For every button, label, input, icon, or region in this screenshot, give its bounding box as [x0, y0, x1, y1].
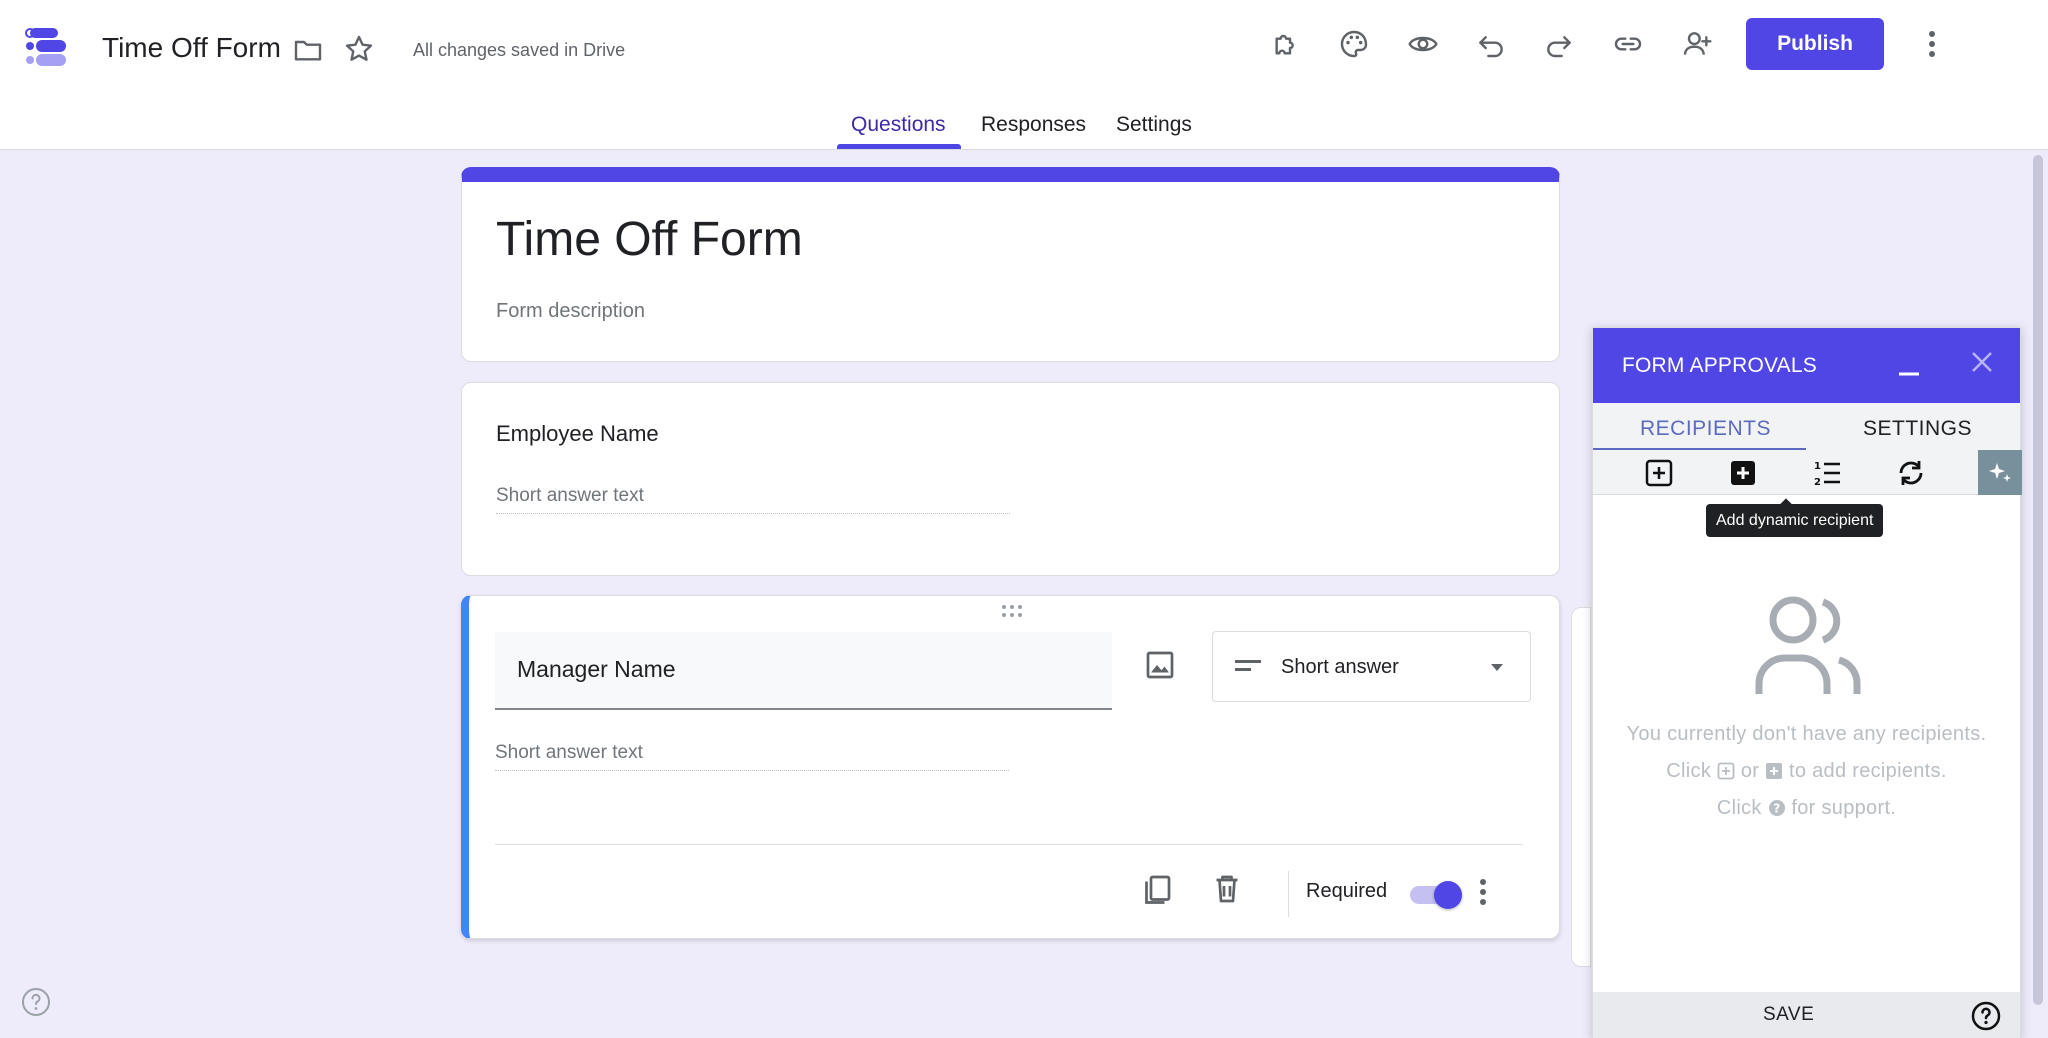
tab-settings[interactable]: Settings — [1116, 113, 1192, 137]
empty-line3-click: Click — [1716, 797, 1762, 819]
document-title[interactable]: Time Off Form — [102, 32, 281, 64]
empty-state-line1: You currently don't have any recipients. — [1626, 723, 1987, 745]
delete-icon[interactable] — [1209, 871, 1245, 907]
short-answer-icon — [1235, 660, 1261, 671]
dropdown-caret-icon — [1491, 664, 1503, 671]
numbered-list-icon[interactable]: 12 — [1811, 457, 1843, 489]
question-title-input[interactable]: Manager Name — [495, 632, 1112, 710]
preview-button[interactable] — [1403, 24, 1443, 64]
svg-text:?: ? — [1773, 802, 1780, 816]
forms-logo-icon[interactable] — [24, 24, 72, 72]
help-icon[interactable] — [20, 986, 52, 1018]
question-type-select[interactable]: Short answer — [1212, 631, 1531, 702]
more-options-button[interactable] — [1912, 24, 1952, 64]
question-card-employee-name[interactable]: Employee Name Short answer text — [461, 382, 1560, 576]
add-image-icon[interactable] — [1142, 647, 1178, 683]
add-collaborators-button[interactable] — [1677, 24, 1717, 64]
close-icon[interactable] — [1966, 346, 1998, 378]
add-person-icon — [1683, 32, 1712, 55]
help-icon[interactable] — [1970, 1000, 2002, 1032]
more-vert-icon — [1929, 31, 1935, 57]
star-icon[interactable] — [343, 33, 375, 65]
customize-theme-button[interactable] — [1334, 24, 1374, 64]
drag-handle-icon[interactable] — [1000, 604, 1024, 618]
question-type-label: Short answer — [1281, 656, 1399, 678]
addons-button[interactable] — [1266, 24, 1306, 64]
form-description-field[interactable]: Form description — [496, 300, 645, 323]
eye-icon — [1408, 36, 1438, 52]
panel-tabs: RECIPIENTS SETTINGS 12 — [1593, 403, 2022, 495]
folder-icon[interactable] — [292, 34, 324, 66]
undo-button[interactable] — [1471, 24, 1511, 64]
svg-text:2: 2 — [1814, 477, 1821, 488]
footer-separator — [1288, 871, 1289, 917]
ai-assist-button[interactable] — [1978, 450, 2022, 495]
link-icon — [1614, 37, 1642, 51]
tab-panel-settings[interactable]: SETTINGS — [1863, 417, 1972, 441]
scrollbar-thumb[interactable] — [2033, 155, 2043, 1005]
tab-recipients[interactable]: RECIPIENTS — [1640, 417, 1771, 441]
copy-link-button[interactable] — [1608, 24, 1648, 64]
tab-responses[interactable]: Responses — [981, 113, 1086, 137]
active-tab-indicator — [837, 144, 961, 149]
help-icon: ? — [1768, 800, 1785, 816]
panel-footer: SAVE — [1593, 992, 2020, 1038]
minimize-icon[interactable] — [1893, 350, 1925, 382]
toggle-knob — [1434, 881, 1462, 909]
floating-toolbar-edge — [1571, 607, 1591, 967]
form-title[interactable]: Time Off Form — [496, 212, 803, 267]
add-recipient-icon — [1717, 762, 1735, 780]
panel-header: FORM APPROVALS — [1593, 328, 2020, 403]
more-vert-icon[interactable] — [1467, 874, 1499, 910]
puzzle-icon — [1275, 34, 1294, 55]
redo-icon — [1547, 36, 1571, 58]
palette-icon — [1340, 30, 1368, 58]
publish-button[interactable]: Publish — [1746, 18, 1884, 70]
people-icon — [1755, 596, 1861, 694]
footer-divider — [495, 844, 1523, 845]
refresh-icon[interactable] — [1895, 457, 1927, 489]
question-card-manager-name[interactable]: Manager Name Short answer Short answer t… — [461, 595, 1560, 939]
short-answer-placeholder: Short answer text — [495, 742, 1009, 771]
panel-title: FORM APPROVALS — [1622, 354, 1817, 377]
sparkle-icon — [1989, 462, 2011, 482]
question-title: Employee Name — [496, 421, 659, 446]
form-approvals-panel: FORM APPROVALS RECIPIENTS SETTINGS 12 Ad… — [1592, 327, 2022, 1038]
add-dynamic-recipient-icon — [1766, 763, 1783, 779]
redo-button[interactable] — [1539, 24, 1579, 64]
add-dynamic-recipient-icon[interactable] — [1727, 457, 1759, 489]
editor-tabs: Questions Responses Settings — [0, 105, 2048, 150]
svg-text:1: 1 — [1814, 461, 1821, 472]
save-button[interactable]: SAVE — [1763, 1004, 1814, 1026]
tooltip: Add dynamic recipient — [1706, 504, 1884, 537]
short-answer-placeholder: Short answer text — [496, 485, 1010, 514]
required-toggle[interactable] — [1410, 881, 1462, 909]
empty-state-line3: Click ? for support. — [1593, 797, 2020, 820]
form-header-card[interactable]: Time Off Form Form description — [461, 167, 1560, 362]
tab-questions[interactable]: Questions — [851, 113, 946, 137]
undo-icon — [1479, 36, 1503, 58]
required-label: Required — [1306, 880, 1388, 902]
empty-line3-suffix: for support. — [1791, 797, 1897, 819]
empty-line2-or: or — [1740, 760, 1760, 782]
empty-state-line2: Click or to add recipients. — [1593, 760, 2020, 783]
app-header: Time Off Form All changes saved in Drive… — [0, 0, 2048, 150]
add-recipient-icon[interactable] — [1643, 457, 1675, 489]
duplicate-icon[interactable] — [1139, 871, 1175, 907]
empty-line2-click: Click — [1666, 760, 1712, 782]
recipient-toolbar: 12 — [1593, 450, 2022, 495]
save-status: All changes saved in Drive — [413, 40, 626, 60]
empty-line2-suffix: to add recipients. — [1788, 760, 1947, 782]
